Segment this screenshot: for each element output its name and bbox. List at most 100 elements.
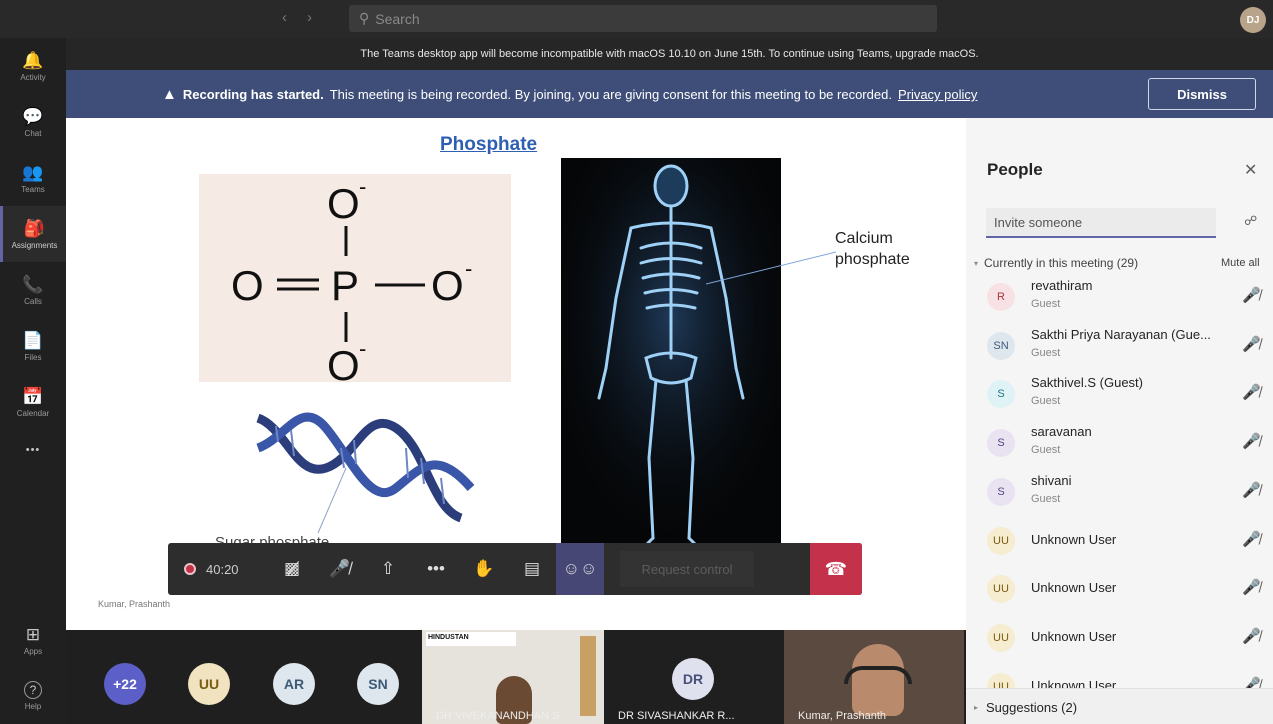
participant-name: saravanan xyxy=(1031,424,1092,440)
rail-apps[interactable]: ⊞ Apps xyxy=(0,612,66,668)
more-participants-bubble[interactable]: +22 xyxy=(104,663,146,705)
rail-label: Calendar xyxy=(16,408,50,418)
recording-message: ▲ Recording has started. This meeting is… xyxy=(162,86,977,103)
rail-activity[interactable]: 🔔 Activity xyxy=(0,38,66,94)
mic-muted-icon[interactable]: 🎤̸ xyxy=(1242,286,1261,304)
video-tile-vivekanandhan[interactable]: HINDUSTAN DR VIVEKANANDHAN S xyxy=(422,630,604,724)
section-label: Currently in this meeting (29) xyxy=(984,256,1139,270)
phosphate-structure: O - O P O - O - xyxy=(199,174,511,389)
mic-muted-icon[interactable]: 🎤̸ xyxy=(1242,383,1261,401)
suggestions-label: Suggestions (2) xyxy=(986,700,1078,715)
mic-muted-icon[interactable]: 🎤̸ xyxy=(1242,335,1261,353)
files-icon: 📄 xyxy=(22,330,44,350)
timer-value: 40:20 xyxy=(206,561,239,577)
participant-avatar: UU xyxy=(987,623,1015,652)
rail-more[interactable]: ••• xyxy=(0,436,66,464)
dismiss-button[interactable]: Dismiss xyxy=(1148,78,1256,110)
mic-muted-icon[interactable]: 🎤̸ xyxy=(1242,627,1261,645)
share-link-icon[interactable]: ☍ xyxy=(1244,213,1257,229)
call-controls: 40:20 ▩̸ 🎤̸ ⇧ ••• ✋ ▤ ☺☺ Request control… xyxy=(168,543,862,595)
share-screen-icon[interactable]: ⇧ xyxy=(364,543,412,595)
participant-role: Guest xyxy=(1031,298,1061,310)
rail-assignments[interactable]: 🎒 Assignments xyxy=(0,206,66,262)
charge-right: - xyxy=(465,256,472,281)
top-bar: ‹ › ⚲ Search DJ xyxy=(0,0,1273,38)
participant-row[interactable]: Sshivani Guest 🎤̸ xyxy=(966,467,1273,516)
apps-icon: ⊞ xyxy=(25,624,41,644)
people-panel: People ✕ ☍ ▾ Currently in this meeting (… xyxy=(966,118,1273,724)
history-nav: ‹ › xyxy=(282,9,312,26)
forward-arrow-icon[interactable]: › xyxy=(307,9,312,26)
chat-icon: 💬 xyxy=(22,106,44,126)
close-icon[interactable]: ✕ xyxy=(1244,160,1257,180)
more-actions-icon[interactable]: ••• xyxy=(412,543,460,595)
app-rail: 🔔 Activity 💬 Chat 👥 Teams 🎒 Assignments … xyxy=(0,38,66,724)
mic-muted-icon[interactable]: 🎤̸ xyxy=(1242,578,1261,596)
rail-chat[interactable]: 💬 Chat xyxy=(0,94,66,150)
camera-off-icon[interactable]: ▩̸ xyxy=(268,543,316,595)
tile-name: DR VIVEKANANDHAN S xyxy=(436,710,560,722)
participant-avatar-sn[interactable]: SN xyxy=(357,663,399,705)
privacy-policy-link[interactable]: Privacy policy xyxy=(898,87,977,102)
phone-icon: 📞 xyxy=(22,274,44,294)
search-box[interactable]: ⚲ Search xyxy=(349,5,937,32)
rail-help[interactable]: ? Help xyxy=(0,668,66,724)
search-icon: ⚲ xyxy=(359,10,370,26)
headphones-icon xyxy=(844,666,912,684)
video-tile-prashanth[interactable]: Kumar, Prashanth xyxy=(784,630,964,724)
participant-avatar-uu[interactable]: UU xyxy=(188,663,230,705)
hang-up-button[interactable]: ☎ xyxy=(810,543,862,595)
raise-hand-icon[interactable]: ✋ xyxy=(460,543,508,595)
participants-icon[interactable]: ☺☺ xyxy=(556,543,604,595)
mic-muted-icon[interactable]: 🎤̸ xyxy=(1242,481,1261,499)
phosphorus: P xyxy=(331,262,359,309)
back-arrow-icon[interactable]: ‹ xyxy=(282,9,287,26)
video-tile-sivashankar[interactable]: DR DR SIVASHANKAR R... xyxy=(604,630,784,724)
rail-files[interactable]: 📄 Files xyxy=(0,318,66,374)
chevron-right-icon: ▸ xyxy=(974,703,979,712)
participant-avatar: SN xyxy=(987,331,1015,360)
mic-muted-icon[interactable]: 🎤̸ xyxy=(1242,530,1261,548)
suggestions-section[interactable]: ▸ Suggestions (2) xyxy=(974,700,1077,715)
participant-avatar: UU xyxy=(987,526,1015,555)
recording-title: Recording has started. xyxy=(182,87,324,102)
chat-icon[interactable]: ▤ xyxy=(508,543,556,595)
rail-label: Calls xyxy=(24,296,42,306)
rail-calls[interactable]: 📞 Calls xyxy=(0,262,66,318)
participant-row[interactable]: UU Unknown User 🎤̸ xyxy=(966,613,1273,662)
participant-name: Unknown User xyxy=(1031,531,1117,547)
participant-avatar: R xyxy=(987,283,1015,311)
participant-avatar-ar[interactable]: AR xyxy=(273,663,315,705)
oxygen-right: O xyxy=(431,262,464,309)
invite-input[interactable] xyxy=(986,208,1216,238)
recording-text: This meeting is being recorded. By joini… xyxy=(329,87,892,102)
rail-teams[interactable]: 👥 Teams xyxy=(0,150,66,206)
mic-muted-icon[interactable]: 🎤̸ xyxy=(316,543,364,595)
participant-avatar: S xyxy=(987,429,1015,458)
participant-row[interactable]: Ssaravanan Guest 🎤̸ xyxy=(966,418,1273,467)
participant-row[interactable]: SN Sakthi Priya Narayanan (Gue... Guest 🎤̸ xyxy=(966,321,1273,370)
upgrade-banner: The Teams desktop app will become incomp… xyxy=(66,38,1273,70)
rail-label: Files xyxy=(24,352,42,362)
rail-calendar[interactable]: 📅 Calendar xyxy=(0,374,66,430)
teams-icon: 👥 xyxy=(22,162,44,182)
hindustan-logo: HINDUSTAN xyxy=(426,632,516,646)
rail-label: Teams xyxy=(21,184,45,194)
in-meeting-section[interactable]: ▾ Currently in this meeting (29) xyxy=(974,256,1138,270)
phone-hangup-icon: ☎ xyxy=(824,558,848,579)
participant-name: shivani xyxy=(1031,472,1072,488)
skeleton-image xyxy=(561,158,781,558)
participant-row[interactable]: S Sakthivel.S (Guest) Guest 🎤̸ xyxy=(966,369,1273,418)
participant-row[interactable]: UU Unknown User 🎤̸ xyxy=(966,564,1273,613)
participant-name: Sakthivel.S (Guest) xyxy=(1031,375,1143,391)
mic-muted-icon[interactable]: 🎤̸ xyxy=(1242,432,1261,450)
profile-avatar[interactable]: DJ xyxy=(1240,7,1266,33)
oxygen-left: O xyxy=(231,262,264,309)
mute-all-button[interactable]: Mute all xyxy=(1221,257,1260,269)
participant-row[interactable]: UU Unknown User 🎤̸ xyxy=(966,516,1273,565)
recording-banner: ▲ Recording has started. This meeting is… xyxy=(66,70,1273,118)
participant-row[interactable]: Rrevathiram Guest 🎤̸ xyxy=(966,272,1273,321)
calendar-icon: 📅 xyxy=(22,386,44,406)
request-control-button[interactable]: Request control xyxy=(620,551,754,587)
participant-name: Unknown User xyxy=(1031,628,1117,644)
